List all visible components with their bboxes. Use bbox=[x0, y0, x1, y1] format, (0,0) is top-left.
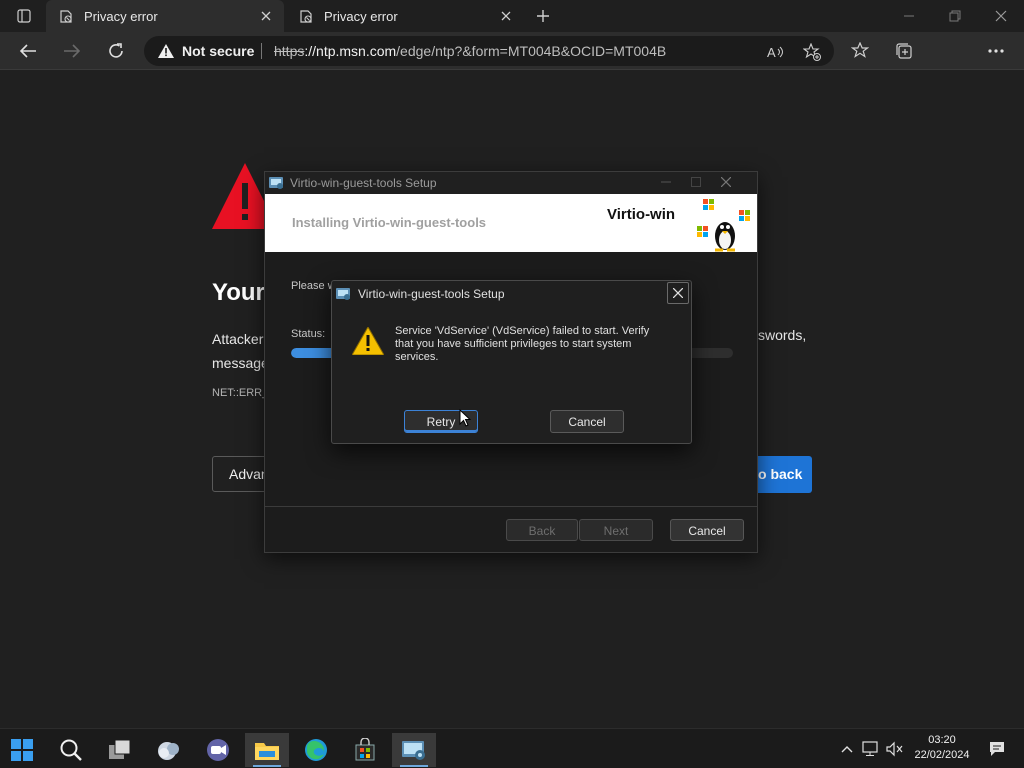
refresh-icon[interactable] bbox=[104, 40, 128, 62]
banner-title: Installing Virtio-win-guest-tools bbox=[292, 215, 487, 230]
store-icon[interactable] bbox=[343, 733, 387, 767]
minimize-icon[interactable] bbox=[898, 6, 920, 26]
status-label: Status: bbox=[291, 328, 326, 340]
taskbar: 03:20 22/02/2024 bbox=[0, 728, 1024, 768]
close-tab-icon[interactable] bbox=[258, 8, 274, 24]
dialog-cancel-button[interactable]: Cancel bbox=[550, 410, 624, 433]
notifications-icon[interactable] bbox=[986, 735, 1008, 763]
search-icon[interactable] bbox=[49, 733, 93, 767]
mouse-pointer-icon bbox=[459, 408, 472, 432]
address-toolbar: Not secure https://ntp.msn.com/edge/ntp?… bbox=[0, 32, 1024, 96]
volume-muted-icon[interactable] bbox=[884, 735, 906, 763]
url-text[interactable]: https://ntp.msn.com/edge/ntp?&form=MT004… bbox=[274, 43, 666, 59]
setup-cancel-button[interactable]: Cancel bbox=[670, 519, 744, 541]
error-paragraph-line1: Attacker bbox=[212, 331, 264, 347]
back-arrow-icon[interactable] bbox=[16, 40, 40, 62]
error-paragraph: Attacker message bbox=[212, 327, 269, 375]
setup-app-icon bbox=[269, 176, 285, 193]
favorites-icon[interactable] bbox=[848, 40, 872, 62]
add-favorite-icon[interactable] bbox=[802, 42, 822, 62]
privacy-warning-icon bbox=[298, 8, 314, 24]
setup-title: Virtio-win-guest-tools Setup bbox=[290, 176, 437, 190]
penguin-windows-logo-icon bbox=[695, 198, 755, 257]
tab-privacy-error-1[interactable]: Privacy error bbox=[46, 0, 284, 32]
brand-name: Virtio-win bbox=[607, 206, 676, 223]
restore-icon[interactable] bbox=[944, 6, 966, 26]
start-icon[interactable] bbox=[0, 733, 44, 767]
system-clock[interactable]: 03:20 22/02/2024 bbox=[910, 733, 974, 763]
security-label[interactable]: Not secure bbox=[182, 43, 254, 59]
dialog-close-icon[interactable] bbox=[667, 282, 689, 304]
please-wait-text: Please w bbox=[291, 280, 336, 292]
warning-icon bbox=[351, 325, 385, 360]
url-path: /edge/ntp?&form=MT004B&OCID=MT004B bbox=[396, 43, 667, 59]
address-bar[interactable]: Not secure https://ntp.msn.com/edge/ntp?… bbox=[144, 36, 834, 66]
setup-minimize-icon[interactable] bbox=[657, 174, 675, 190]
clock-time: 03:20 bbox=[928, 734, 956, 746]
setup-banner: Installing Virtio-win-guest-tools Virtio… bbox=[265, 194, 757, 252]
tab-title: Privacy error bbox=[84, 8, 158, 24]
error-paragraph-right: swords, bbox=[758, 327, 807, 343]
setup-app-icon[interactable] bbox=[392, 733, 436, 767]
next-button[interactable]: Next bbox=[579, 519, 653, 541]
url-host: ://ntp.msn.com bbox=[304, 43, 397, 59]
close-tab-icon[interactable] bbox=[498, 8, 514, 24]
collections-icon[interactable] bbox=[892, 40, 916, 62]
dialog-title: Virtio-win-guest-tools Setup bbox=[358, 287, 505, 301]
close-window-icon[interactable] bbox=[990, 6, 1012, 26]
chat-icon[interactable] bbox=[196, 733, 240, 767]
setup-maximize-icon[interactable] bbox=[687, 174, 705, 190]
new-tab-icon[interactable] bbox=[532, 6, 554, 26]
tab-title: Privacy error bbox=[324, 8, 398, 24]
url-scheme: https bbox=[274, 43, 305, 59]
setup-divider bbox=[265, 506, 757, 507]
dialog-app-icon bbox=[336, 287, 352, 306]
task-view-icon[interactable] bbox=[98, 733, 142, 767]
network-icon[interactable] bbox=[860, 735, 882, 763]
clock-date: 22/02/2024 bbox=[914, 749, 970, 761]
tab-actions-icon[interactable] bbox=[10, 6, 38, 26]
omnibox-divider bbox=[261, 43, 262, 59]
widgets-icon[interactable] bbox=[147, 733, 191, 767]
setup-titlebar[interactable]: Virtio-win-guest-tools Setup bbox=[265, 172, 757, 194]
edge-icon[interactable] bbox=[294, 733, 338, 767]
dialog-message: Service 'VdService' (VdService) failed t… bbox=[395, 325, 650, 363]
tab-privacy-error-2[interactable]: Privacy error bbox=[286, 0, 524, 32]
more-menu-icon[interactable] bbox=[984, 40, 1008, 62]
privacy-warning-icon bbox=[58, 8, 74, 24]
forward-arrow-icon[interactable] bbox=[60, 40, 84, 62]
read-aloud-icon[interactable]: A bbox=[766, 42, 786, 62]
error-code: NET::ERR_ bbox=[212, 387, 269, 399]
file-explorer-icon[interactable] bbox=[245, 733, 289, 767]
back-button[interactable]: Back bbox=[506, 519, 578, 541]
svg-text:A: A bbox=[767, 45, 776, 60]
service-error-dialog: Virtio-win-guest-tools Setup Service 'Vd… bbox=[331, 280, 692, 444]
error-heading: Your bbox=[212, 279, 265, 306]
setup-close-icon[interactable] bbox=[717, 174, 735, 190]
not-secure-warning-icon[interactable] bbox=[158, 44, 174, 63]
error-paragraph-line2: message bbox=[212, 355, 269, 371]
tab-bar: Privacy error Privacy error bbox=[0, 0, 1024, 32]
show-hidden-icons-icon[interactable] bbox=[836, 735, 858, 763]
